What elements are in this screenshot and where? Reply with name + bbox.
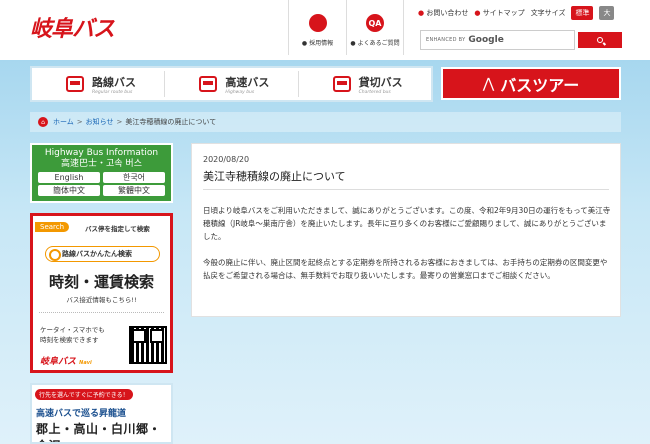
home-icon: ⌂ [38,117,48,127]
article-paragraph-2: 今般の廃止に伴い、廃止区間を起終点とする定期券を所持されるお客様におきましては、… [203,258,608,280]
bus-tour-button[interactable]: ⋀ バスツアー [441,67,621,100]
bullet-icon: ● [418,9,425,17]
utility-links: ● お問い合わせ ● サイトマップ 文字サイズ 標準 大 [418,6,615,20]
lang-english-button[interactable]: English [38,172,100,183]
nav-route-bus[interactable]: 路線バス Regular route bus [32,71,166,97]
timetable-search-banner[interactable]: Search バス停を指定して検索 路線バスかんたん検索 時刻・運賃検索 バス接… [30,213,173,373]
promo-line-1: 高速バスで巡る昇龍道 [36,409,127,419]
bullet-icon: ● [474,9,481,17]
route-search-pill: 路線バスかんたん検索 [45,246,160,262]
person-icon [308,14,327,32]
bus-icon [66,76,84,92]
nav-subtitle: Regular route bus [92,89,133,95]
shoryudo-promo-banner[interactable]: 行先を選んですぐに予約できる！ 高速バスで巡る昇龍道 郡上・高山・白川郷・金沢 [30,383,173,444]
nav-title: 路線バス [92,75,136,89]
highway-title: Highway Bus Information [44,148,159,158]
article-paragraph-1: 日頃より岐阜バスをご利用いただきまして、誠にありがとうございます。この度、令和2… [203,206,611,241]
faq-link[interactable]: QA ● よくあるご質問 [346,0,404,55]
bird-icon: ⋀ [482,75,495,92]
fontsize-large-button[interactable]: 大 [599,6,615,20]
faq-label: ● よくあるご質問 [350,40,400,47]
bus-icon [199,76,218,92]
search-button[interactable] [578,32,622,48]
divider [203,189,609,190]
highway-info-box: Highway Bus Information 高速巴士・고속 버스 Engli… [30,143,173,203]
fontsize-standard-button[interactable]: 標準 [571,6,594,20]
timetable-fare-heading: 時刻・運賃検索 [48,273,154,291]
search-icon [597,37,603,43]
breadcrumb-current: 美江寺穂積線の廃止について [125,118,217,126]
nav-subtitle: Chartered bus [358,89,391,95]
google-label: Google [468,35,504,45]
divider [39,312,164,313]
lang-korean-button[interactable]: 한국어 [103,172,165,183]
contact-link[interactable]: ● お問い合わせ [418,8,468,18]
bus-icon [332,76,351,92]
qa-icon: QA [366,14,384,32]
main-nav: 路線バス Regular route bus 高速バス Highway bus … [30,66,433,102]
lang-traditional-chinese-button[interactable]: 繁體中文 [103,185,165,196]
header-links: ● 採用情報 QA ● よくあるご質問 [288,0,404,55]
nav-title: 高速バス [225,75,270,89]
article-card: 2020/08/20 美江寺穂積線の廃止について 日頃より岐阜バスをご利用いただ… [191,143,621,317]
breadcrumb-separator: > [116,118,123,126]
site-header: 岐阜バス ● 採用情報 QA ● よくあるご質問 ● お問い合わせ ● サイトマ… [0,0,650,60]
bus-tour-label: バスツアー [500,75,580,95]
search-input[interactable]: ENHANCED BY Google [420,30,575,50]
search-tag-text: バス停を指定して検索 [85,225,150,233]
mobile-text-1: ケータイ・スマホでも [40,326,105,334]
search-brand: ENHANCED BY [426,37,466,43]
highway-subtitle: 高速巴士・고속 버스 [61,159,142,169]
recruit-label: ● 採用情報 [301,40,334,47]
site-logo[interactable]: 岐阜バス [30,15,115,42]
sitemap-link[interactable]: ● サイトマップ [474,8,524,18]
lang-simplified-chinese-button[interactable]: 簡体中文 [38,185,100,196]
nav-subtitle: Highway bus [225,89,255,95]
breadcrumb-news[interactable]: お知らせ [86,117,114,127]
nav-highway-bus[interactable]: 高速バス Highway bus [165,71,299,97]
article-date: 2020/08/20 [203,155,250,164]
breadcrumb-home[interactable]: ホーム [53,117,74,127]
promo-line-2: 郡上・高山・白川郷・金沢 [36,422,162,442]
search-tag: Search [35,222,70,232]
breadcrumb: ⌂ ホーム > お知らせ > 美江寺穂積線の廃止について [30,112,621,132]
breadcrumb-separator: > [76,118,83,126]
article-title: 美江寺穂積線の廃止について [203,170,346,183]
logo-text: 岐阜バス [30,17,115,42]
mobile-text-2: 時刻を検索できます [40,336,99,344]
approach-info-note: バス接近情報もこちら!! [66,296,137,304]
promo-tag: 行先を選んですぐに予約できる！ [35,389,133,400]
recruit-link[interactable]: ● 採用情報 [288,0,346,55]
fontsize-label: 文字サイズ [530,9,566,17]
nav-charter-bus[interactable]: 貸切バス Chartered bus [299,71,431,97]
qr-code-icon [129,326,167,364]
nav-title: 貸切バス [358,75,403,89]
navi-logo: 岐阜バス Navi [40,357,92,367]
